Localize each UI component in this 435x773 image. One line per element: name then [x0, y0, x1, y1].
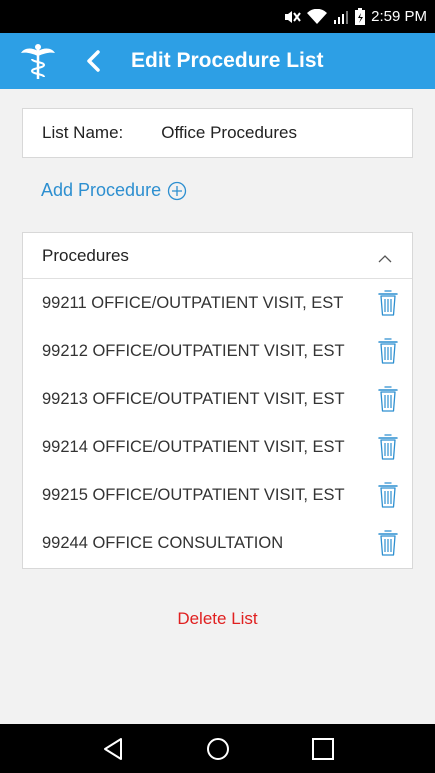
procedures-header[interactable]: Procedures — [23, 233, 412, 279]
list-name-value[interactable]: Office Procedures — [161, 123, 297, 143]
app-bar: Edit Procedure List — [0, 33, 435, 89]
procedure-label: 99212 OFFICE/OUTPATIENT VISIT, EST — [42, 341, 345, 360]
trash-icon[interactable] — [378, 529, 398, 557]
mute-icon — [285, 10, 301, 23]
procedures-card: Procedures 99211 OFFICE/OUTPATIENT VISIT… — [22, 232, 413, 569]
list-name-label: List Name: — [42, 123, 124, 142]
trash-icon[interactable] — [378, 433, 398, 461]
battery-icon — [355, 8, 366, 25]
trash-icon[interactable] — [378, 337, 398, 365]
procedure-label: 99211 OFFICE/OUTPATIENT VISIT, EST — [42, 293, 344, 312]
status-time: 2:59 PM — [371, 8, 427, 25]
procedure-row[interactable]: 99212 OFFICE/OUTPATIENT VISIT, EST — [23, 327, 412, 375]
procedure-row[interactable]: 99213 OFFICE/OUTPATIENT VISIT, EST — [23, 375, 412, 423]
navigation-bar — [0, 724, 435, 773]
trash-icon[interactable] — [378, 481, 398, 509]
procedure-row[interactable]: 99215 OFFICE/OUTPATIENT VISIT, EST — [23, 471, 412, 519]
procedure-label: 99244 OFFICE CONSULTATION — [42, 533, 284, 552]
plus-circle-icon — [167, 181, 187, 200]
procedure-label: 99213 OFFICE/OUTPATIENT VISIT, EST — [42, 389, 345, 408]
delete-list-button[interactable]: Delete List — [0, 609, 435, 629]
recent-apps-square-icon[interactable] — [310, 736, 336, 762]
procedures-list: 99211 OFFICE/OUTPATIENT VISIT, EST 99212 … — [23, 279, 412, 567]
status-bar: 2:59 PM — [0, 0, 435, 33]
procedure-label: 99215 OFFICE/OUTPATIENT VISIT, EST — [42, 485, 345, 504]
caduceus-icon — [21, 44, 55, 79]
list-name-card[interactable]: List Name: Office Procedures — [22, 108, 413, 158]
home-circle-icon[interactable] — [205, 736, 231, 762]
wifi-icon — [307, 8, 328, 24]
back-triangle-icon[interactable] — [100, 736, 126, 762]
chevron-up-icon[interactable] — [378, 254, 392, 264]
trash-icon[interactable] — [378, 289, 398, 317]
procedure-row[interactable]: 99244 OFFICE CONSULTATION — [23, 519, 412, 567]
signal-icon — [334, 10, 349, 24]
add-procedure-label: Add Procedure — [41, 180, 162, 200]
page-title: Edit Procedure List — [131, 49, 324, 72]
trash-icon[interactable] — [378, 385, 398, 413]
back-chevron-icon[interactable] — [83, 50, 105, 72]
procedure-row[interactable]: 99214 OFFICE/OUTPATIENT VISIT, EST — [23, 423, 412, 471]
procedure-label: 99214 OFFICE/OUTPATIENT VISIT, EST — [42, 437, 345, 456]
add-procedure-button[interactable]: Add Procedure — [41, 180, 187, 201]
procedures-header-label: Procedures — [42, 245, 129, 265]
procedure-row[interactable]: 99211 OFFICE/OUTPATIENT VISIT, EST — [23, 279, 412, 327]
